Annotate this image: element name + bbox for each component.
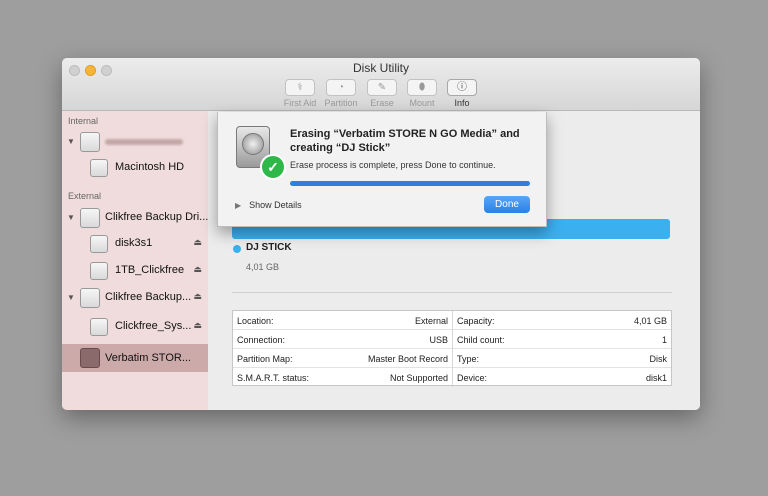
info-key: Location: bbox=[237, 316, 274, 326]
volume-size: 4,01 GB bbox=[246, 262, 280, 272]
divider bbox=[232, 292, 672, 293]
eject-icon[interactable]: ⏏ bbox=[193, 291, 202, 302]
show-details-label: Show Details bbox=[249, 200, 302, 210]
external-disk-icon bbox=[80, 288, 100, 308]
info-key: Child count: bbox=[457, 335, 505, 345]
erase-label: Erase bbox=[370, 98, 394, 108]
partition-label: Partition bbox=[324, 98, 358, 108]
disclosure-triangle-icon[interactable]: ▼ bbox=[67, 137, 75, 146]
window-title: Disk Utility bbox=[353, 61, 409, 75]
first-aid-label: First Aid bbox=[283, 98, 317, 108]
sidebar-item-label: 1TB_Clickfree bbox=[115, 264, 185, 276]
info-icon: ⓘ bbox=[447, 79, 477, 96]
sidebar-item-label: Clikfree Backup... bbox=[105, 291, 192, 303]
info-table: Location: External Connection: USB Partiti… bbox=[232, 310, 672, 387]
sidebar-item-clickfree-sys[interactable]: Clickfree_Sys... ⏏ bbox=[62, 314, 208, 340]
erase-button[interactable]: ✎ Erase bbox=[362, 79, 402, 108]
external-disk-icon bbox=[80, 348, 100, 368]
progress-bar bbox=[290, 181, 530, 186]
eject-icon[interactable]: ⏏ bbox=[193, 237, 202, 248]
info-row-type: Type: Disk bbox=[453, 349, 671, 368]
section-internal: Internal bbox=[68, 116, 99, 126]
redacted-disk-name bbox=[105, 139, 183, 145]
info-row-child-count: Child count: 1 bbox=[453, 330, 671, 349]
sidebar-item-label: Verbatim STOR... bbox=[105, 352, 191, 364]
info-label: Info bbox=[454, 98, 470, 108]
erase-sheet-dialog: ✓ Erasing “Verbatim STORE N GO Media” an… bbox=[217, 112, 547, 227]
info-key: Capacity: bbox=[457, 316, 495, 326]
sidebar-item-verbatim-store[interactable]: Verbatim STOR... bbox=[62, 344, 208, 372]
sidebar-item-disk3s1[interactable]: disk3s1 ⏏ bbox=[62, 231, 208, 257]
info-value: Master Boot Record bbox=[367, 354, 448, 364]
volume-icon bbox=[90, 318, 108, 336]
info-value: Not Supported bbox=[389, 373, 448, 383]
mount-button[interactable]: ⬮ Mount bbox=[402, 79, 442, 108]
done-button[interactable]: Done bbox=[484, 196, 530, 213]
volume-name: DJ STICK bbox=[246, 242, 292, 253]
volume-icon bbox=[90, 262, 108, 280]
info-row-capacity: Capacity: 4,01 GB bbox=[453, 311, 671, 330]
info-key: Partition Map: bbox=[237, 354, 293, 364]
eject-icon[interactable]: ⏏ bbox=[193, 320, 202, 331]
info-value: 4,01 GB bbox=[633, 316, 667, 326]
sidebar-item-clikfree-backup-drive[interactable]: ▼ Clikfree Backup Dri... bbox=[62, 205, 208, 231]
disclosure-triangle-icon[interactable]: ▼ bbox=[67, 293, 75, 302]
volume-color-dot bbox=[233, 245, 241, 253]
info-key: Connection: bbox=[237, 335, 286, 345]
sidebar-item-label: disk3s1 bbox=[115, 237, 153, 249]
sidebar-item-1tb-clickfree[interactable]: 1TB_Clickfree ⏏ bbox=[62, 258, 208, 284]
sidebar-item-label: Macintosh HD bbox=[115, 161, 185, 173]
info-row-smart-status: S.M.A.R.T. status: Not Supported bbox=[233, 368, 453, 387]
disclosure-triangle-icon[interactable]: ▼ bbox=[67, 213, 75, 222]
first-aid-button[interactable]: ⚕ First Aid bbox=[280, 79, 320, 108]
partition-button[interactable]: ◔ Partition bbox=[321, 79, 361, 108]
sidebar-item-label: Clickfree_Sys... bbox=[115, 320, 192, 332]
sidebar-item-internal-disk[interactable]: ▼ bbox=[62, 129, 208, 155]
sidebar: Internal ▼ Macintosh HD External ▼ Clikf… bbox=[62, 111, 208, 410]
dialog-title: Erasing “Verbatim STORE N GO Media” and … bbox=[290, 128, 520, 154]
info-value: Disk bbox=[649, 354, 668, 364]
info-button[interactable]: ⓘ Info bbox=[442, 79, 482, 108]
eject-icon[interactable]: ⏏ bbox=[193, 264, 202, 275]
mount-label: Mount bbox=[409, 98, 435, 108]
disk-utility-window: Disk Utility ⚕ First Aid ◔ Partition ✎ E… bbox=[62, 58, 700, 410]
info-row-partition-map: Partition Map: Master Boot Record bbox=[233, 349, 453, 368]
info-value: 1 bbox=[661, 335, 667, 345]
section-external: External bbox=[68, 191, 102, 201]
info-key: Device: bbox=[457, 373, 488, 383]
sidebar-item-label: Clikfree Backup Dri... bbox=[105, 211, 209, 223]
dialog-message: Erase process is complete, press Done to… bbox=[290, 160, 496, 170]
checkmark-icon: ✓ bbox=[260, 154, 286, 180]
show-details-toggle[interactable]: ▶ Show Details bbox=[235, 200, 302, 210]
sidebar-item-clikfree-backup[interactable]: ▼ Clikfree Backup... ⏏ bbox=[62, 285, 208, 311]
volume-icon bbox=[90, 235, 108, 253]
info-row-device: Device: disk1 bbox=[453, 368, 671, 387]
info-key: S.M.A.R.T. status: bbox=[237, 373, 310, 383]
info-row-connection: Connection: USB bbox=[233, 330, 453, 349]
info-value: USB bbox=[429, 335, 448, 345]
info-value: External bbox=[414, 316, 448, 326]
mount-icon: ⬮ bbox=[407, 79, 437, 96]
drive-platter bbox=[242, 133, 264, 155]
external-disk-icon bbox=[80, 208, 100, 228]
partition-icon: ◔ bbox=[326, 79, 356, 96]
info-value: disk1 bbox=[645, 373, 667, 383]
info-row-location: Location: External bbox=[233, 311, 453, 330]
info-key: Type: bbox=[457, 354, 480, 364]
sidebar-item-macintosh-hd[interactable]: Macintosh HD bbox=[62, 155, 208, 181]
erase-icon: ✎ bbox=[367, 79, 397, 96]
titlebar: Disk Utility ⚕ First Aid ◔ Partition ✎ E… bbox=[62, 58, 700, 111]
stethoscope-icon: ⚕ bbox=[285, 79, 315, 96]
hard-disk-icon bbox=[80, 132, 100, 152]
disclosure-triangle-icon[interactable]: ▶ bbox=[235, 201, 241, 210]
volume-icon bbox=[90, 159, 108, 177]
